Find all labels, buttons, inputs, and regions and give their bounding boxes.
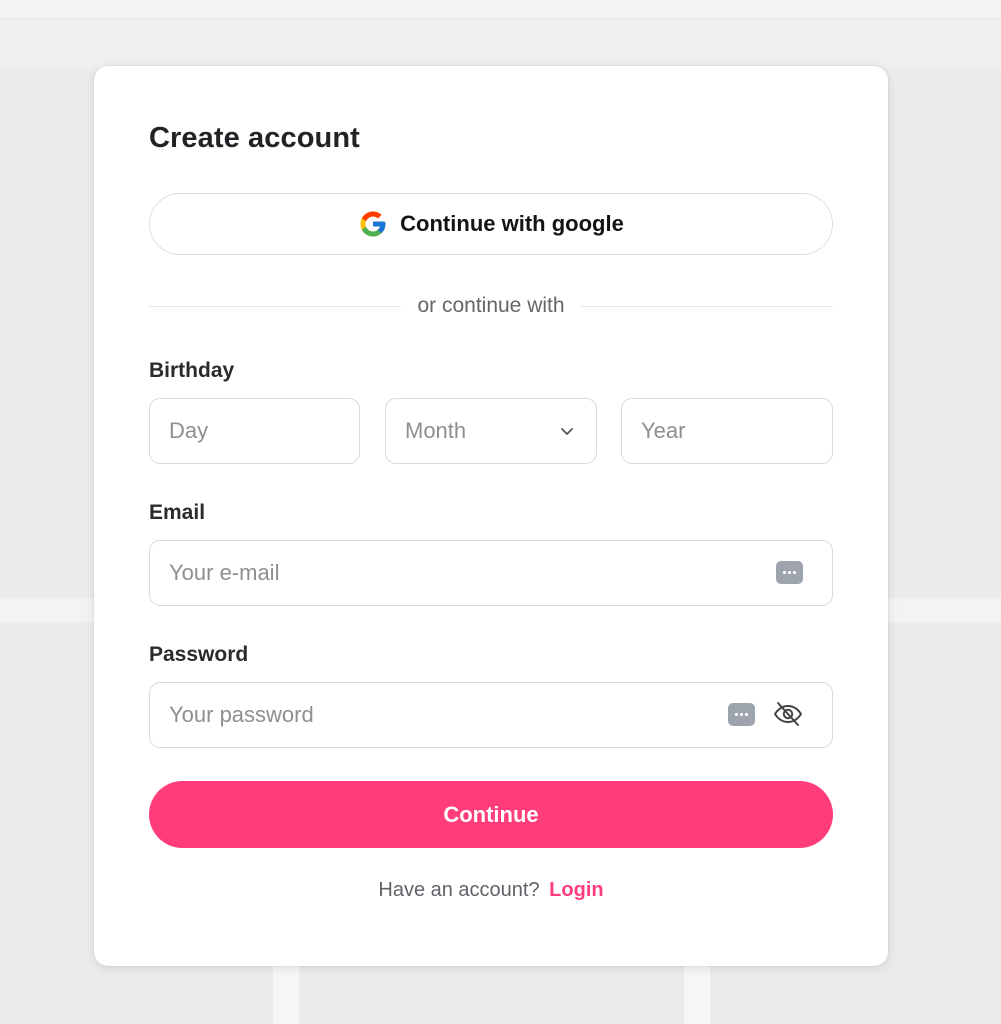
year-input[interactable] [622, 399, 832, 463]
day-field-wrapper [149, 398, 360, 464]
email-label: Email [149, 501, 206, 524]
eye-off-icon[interactable] [772, 700, 804, 728]
google-icon [360, 211, 386, 237]
chevron-down-icon [561, 428, 573, 435]
password-label: Password [149, 643, 249, 666]
signup-card: Create account Continue with google or c… [94, 66, 888, 966]
keyboard-icon[interactable] [728, 703, 755, 726]
footer-prompt: Have an account? Login [94, 879, 888, 902]
page-title: Create account [149, 122, 360, 154]
background-header [0, 18, 1001, 69]
month-select[interactable]: Month [385, 398, 597, 464]
background-column-left [273, 966, 299, 1024]
continue-button[interactable]: Continue [149, 781, 833, 848]
google-button-label: Continue with google [400, 211, 624, 236]
google-signin-button[interactable]: Continue with google [149, 193, 833, 255]
divider-line-left [149, 305, 402, 307]
birthday-label: Birthday [149, 359, 235, 382]
password-field-wrapper [149, 682, 833, 748]
year-field-wrapper [621, 398, 833, 464]
email-input[interactable] [150, 541, 832, 605]
month-select-value: Month [405, 418, 467, 443]
day-input[interactable] [150, 399, 359, 463]
have-account-text: Have an account? [378, 879, 540, 901]
background-column-right [684, 966, 710, 1024]
background-top-bar [0, 0, 1001, 18]
keyboard-icon[interactable] [776, 561, 803, 584]
or-divider: or continue with [149, 291, 833, 321]
divider-line-right [580, 305, 833, 307]
email-field-wrapper [149, 540, 833, 606]
divider-text: or continue with [417, 294, 565, 317]
login-link[interactable]: Login [549, 879, 603, 901]
